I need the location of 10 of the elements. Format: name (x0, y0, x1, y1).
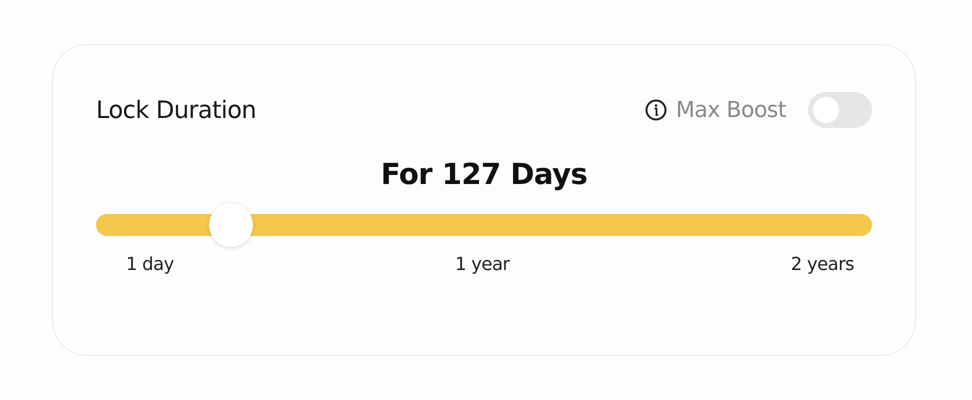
scale-label: 1 year (455, 254, 510, 275)
max-boost-toggle[interactable] (808, 92, 872, 128)
slider-track[interactable] (96, 203, 872, 247)
duration-heading: For 127 Days (380, 157, 588, 193)
slider-thumb[interactable] (209, 203, 254, 247)
info-icon[interactable] (644, 98, 668, 122)
section-title: Lock Duration (96, 96, 256, 124)
scale-label: 2 years (790, 254, 854, 275)
scale-label: 1 day (126, 254, 174, 275)
max-boost-label: Max Boost (676, 98, 786, 122)
